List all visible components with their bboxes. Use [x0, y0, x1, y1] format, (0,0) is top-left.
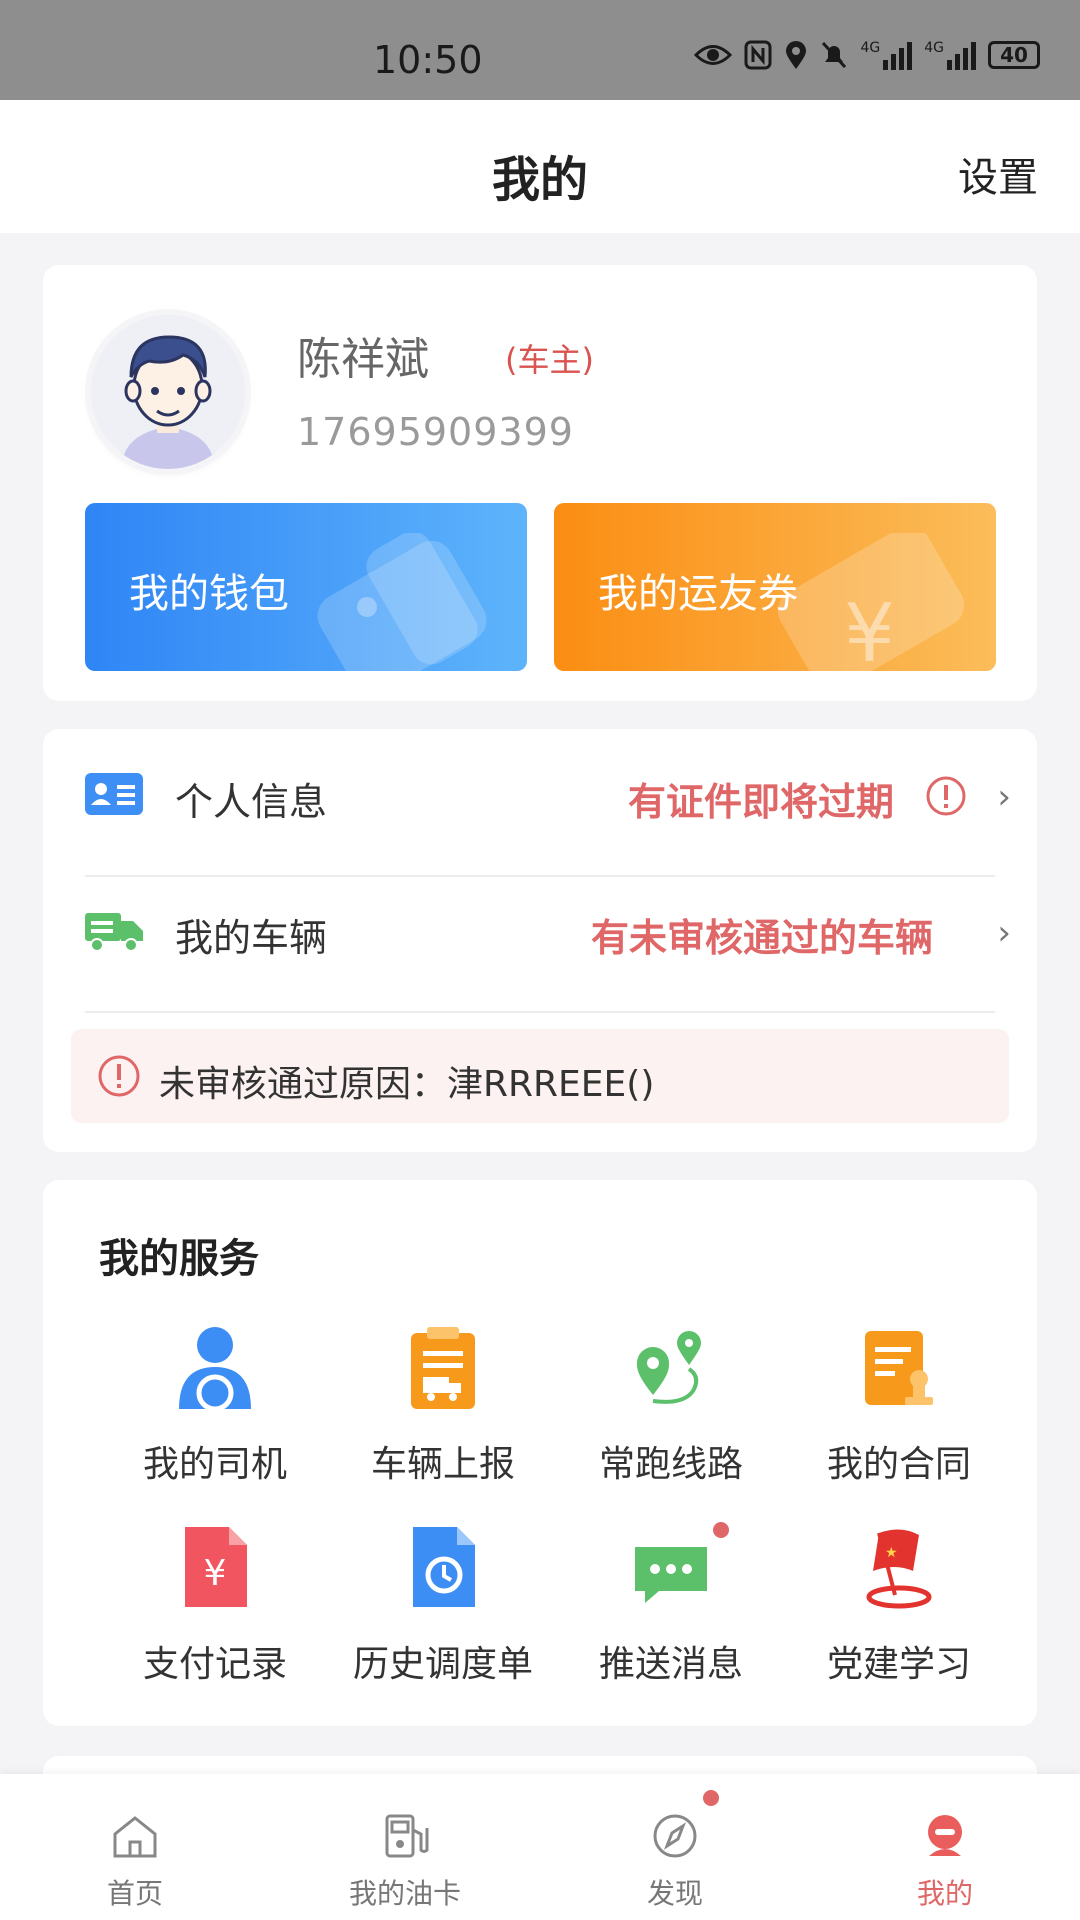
- svg-text:¥: ¥: [204, 1553, 227, 1594]
- nfc-icon: [744, 40, 772, 70]
- top-header: 我的 设置: [0, 100, 1080, 233]
- tab-label: 首页: [106, 1877, 163, 1910]
- service-label: 推送消息: [598, 1644, 743, 1685]
- signal-icon-2: 4G: [924, 40, 976, 70]
- services-heading: 我的服务: [99, 1236, 259, 1282]
- message-icon: [635, 1547, 707, 1603]
- wallet-button[interactable]: 我的钱包: [85, 503, 527, 671]
- tab-fuel-card[interactable]: 我的油卡: [270, 1774, 540, 1920]
- id-card-icon: [85, 773, 143, 815]
- service-payment-record[interactable]: ¥ 支付记录: [101, 1525, 329, 1685]
- party-flag-icon: ★: [866, 1529, 932, 1609]
- alert-circle-icon: [98, 1055, 140, 1097]
- page-title: 我的: [491, 152, 588, 208]
- user-name: 陈祥斌: [297, 334, 429, 385]
- vehicle-report-icon: [411, 1327, 475, 1409]
- service-label: 我的司机: [142, 1444, 287, 1485]
- status-icons: 4G 4G 40: [694, 40, 1040, 70]
- driver-icon: [179, 1327, 251, 1409]
- service-label: 车辆上报: [370, 1444, 515, 1485]
- fuel-card-icon: [385, 1814, 429, 1858]
- mute-bell-icon: [822, 41, 847, 69]
- wallet-label: 我的钱包: [129, 571, 289, 617]
- service-vehicle-report[interactable]: 车辆上报: [329, 1325, 557, 1485]
- divider: [85, 1011, 995, 1013]
- services-card: 我的服务 我的司机 车辆上报 常跑线路 我的合同 ¥ 支付记录 历史调度单 推送…: [43, 1180, 1037, 1726]
- compass-icon: [653, 1814, 697, 1858]
- service-my-driver[interactable]: 我的司机: [101, 1325, 329, 1485]
- tab-discover[interactable]: 发现: [540, 1774, 810, 1920]
- service-label: 历史调度单: [352, 1644, 533, 1685]
- signal-icon: 4G: [860, 40, 913, 70]
- tab-label: 发现: [646, 1877, 703, 1910]
- home-icon: [113, 1816, 157, 1858]
- route-icon: [637, 1331, 701, 1404]
- settings-button[interactable]: 设置: [958, 145, 1038, 203]
- profile-card: 陈祥斌 (车主) 17695909399 我的钱包 ¥ 我的运友券: [43, 265, 1037, 701]
- tab-home[interactable]: 首页: [0, 1774, 270, 1920]
- coupon-label: 我的运友券: [598, 571, 798, 617]
- service-label: 支付记录: [142, 1644, 287, 1685]
- chevron-right-icon: ›: [997, 777, 1011, 817]
- network-type-2: 4G: [924, 40, 944, 56]
- personal-info-warning: 有证件即将过期: [628, 780, 895, 824]
- service-label: 党建学习: [826, 1644, 971, 1685]
- personal-info-label: 个人信息: [175, 780, 328, 824]
- tab-label: 我的: [916, 1877, 973, 1910]
- network-type-1: 4G: [860, 40, 881, 56]
- battery-icon: 40: [988, 41, 1040, 69]
- history-dispatch-icon: [413, 1527, 475, 1607]
- vehicle-warning: 有未审核通过的车辆: [591, 916, 934, 960]
- chevron-right-icon: ›: [997, 913, 1011, 953]
- tab-label: 我的油卡: [348, 1877, 461, 1910]
- service-party-study[interactable]: ★ 党建学习: [785, 1525, 1013, 1685]
- coupon-button[interactable]: ¥ 我的运友券: [554, 503, 996, 671]
- user-phone: 17695909399: [297, 410, 574, 454]
- personal-info-row[interactable]: 个人信息 有证件即将过期 ›: [43, 729, 1037, 861]
- service-contract[interactable]: 我的合同: [785, 1325, 1013, 1485]
- notification-dot: [713, 1522, 729, 1538]
- service-routes[interactable]: 常跑线路: [557, 1325, 785, 1485]
- service-history-dispatch[interactable]: 历史调度单: [329, 1525, 557, 1685]
- status-bar: 10:50 4G 4G 40: [0, 0, 1080, 100]
- contract-icon: [865, 1331, 933, 1405]
- svg-text:¥: ¥: [844, 587, 895, 671]
- profile-icon: [928, 1815, 962, 1856]
- payment-record-icon: ¥: [185, 1527, 247, 1607]
- notification-dot: [703, 1790, 719, 1806]
- service-label: 常跑线路: [598, 1444, 743, 1485]
- service-push-messages[interactable]: 推送消息: [557, 1525, 785, 1685]
- user-role: (车主): [505, 341, 594, 379]
- service-label: 我的合同: [826, 1444, 971, 1485]
- reject-reason-banner: 未审核通过原因：津RRREEE(): [71, 1029, 1009, 1123]
- info-card: 个人信息 有证件即将过期 › 我的车辆 有未审核通过的车辆 › 未审核通过原因：…: [43, 729, 1037, 1152]
- wallet-icon: [317, 533, 487, 671]
- location-icon: [786, 41, 807, 69]
- my-vehicle-row[interactable]: 我的车辆 有未审核通过的车辆 ›: [43, 865, 1037, 997]
- my-vehicle-label: 我的车辆: [175, 916, 328, 960]
- status-time: 10:50: [373, 38, 483, 82]
- reject-reason-text: 未审核通过原因：津RRREEE(): [159, 1064, 655, 1105]
- truck-icon: [85, 913, 143, 952]
- eye-icon: [694, 45, 733, 65]
- tab-mine[interactable]: 我的: [810, 1774, 1080, 1920]
- avatar[interactable]: [91, 315, 245, 469]
- avatar-face-icon: [91, 315, 245, 469]
- alert-circle-icon: [926, 776, 966, 816]
- bottom-tab-bar: 首页 我的油卡 发现 我的: [0, 1774, 1080, 1920]
